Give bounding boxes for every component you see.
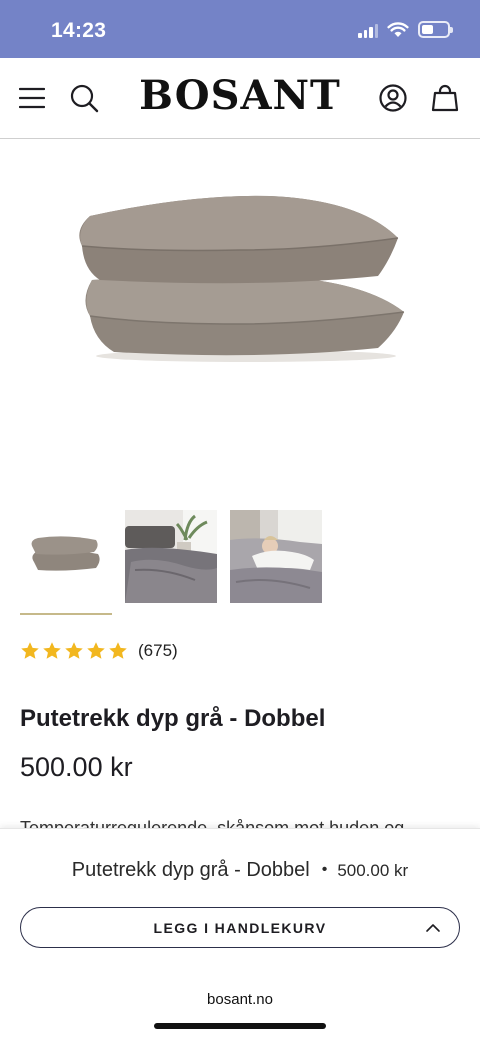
product-main-image[interactable]	[60, 180, 420, 380]
add-to-cart-button[interactable]: LEGG I HANDLEKURV	[20, 907, 460, 948]
product-title: Putetrekk dyp grå - Dobbel	[20, 705, 326, 732]
thumbnail-gallery	[20, 510, 322, 603]
home-indicator[interactable]	[154, 1023, 326, 1029]
star-icon	[43, 642, 61, 659]
star-icon	[109, 642, 127, 659]
sticky-product-summary: Putetrekk dyp grå - Dobbel • 500.00 kr	[0, 859, 480, 882]
sticky-add-to-cart-bar: Putetrekk dyp grå - Dobbel • 500.00 kr LEG…	[0, 828, 480, 976]
thumb-bedroom-grey-bedding[interactable]	[125, 510, 217, 603]
star-icon	[65, 642, 83, 659]
url-text[interactable]: bosant.no	[0, 991, 480, 1008]
separator-dot: •	[321, 861, 328, 878]
chevron-up-icon	[426, 924, 440, 932]
cellular-signal-icon	[358, 22, 378, 38]
product-description: Temperaturregulerende, skånsom mot huden…	[20, 818, 405, 828]
sticky-product-title: Putetrekk dyp grå - Dobbel	[71, 859, 310, 881]
shopping-bag-icon[interactable]	[429, 82, 461, 114]
thumb-pillows[interactable]	[20, 510, 112, 603]
product-rating[interactable]: (675)	[20, 641, 178, 661]
status-bar: 14:23	[0, 0, 480, 58]
battery-icon	[418, 21, 453, 38]
rating-count: (675)	[138, 641, 178, 660]
sticky-product-price: 500.00 kr	[337, 861, 409, 880]
selected-thumbnail-indicator	[20, 613, 112, 615]
status-icons	[358, 21, 453, 38]
star-icon	[21, 642, 39, 659]
thumb-woman-in-bed[interactable]	[230, 510, 322, 603]
add-to-cart-label: LEGG I HANDLEKURV	[153, 920, 327, 936]
status-time: 14:23	[51, 19, 107, 42]
star-icon	[87, 642, 105, 659]
browser-address-bar[interactable]: bosant.no	[0, 976, 480, 1039]
site-header: BOSANT	[0, 58, 480, 139]
wifi-icon	[387, 21, 409, 37]
account-icon[interactable]	[377, 82, 409, 114]
product-price: 500.00 kr	[20, 752, 133, 782]
